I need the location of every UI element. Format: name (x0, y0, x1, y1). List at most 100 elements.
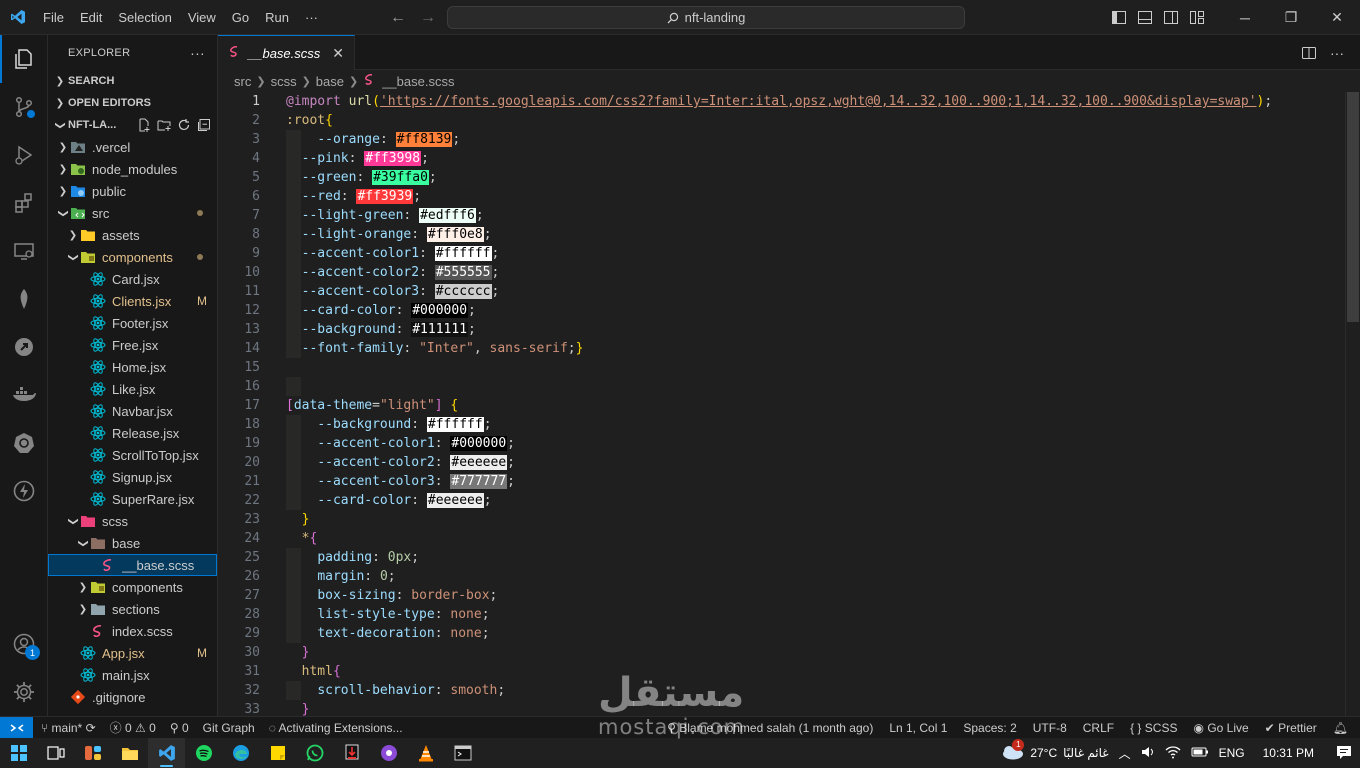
tree-file[interactable]: App.jsx M (48, 642, 217, 664)
close-window-icon[interactable]: ✕ (1314, 0, 1360, 35)
new-file-icon[interactable] (137, 118, 151, 132)
toggle-secondary-sidebar-icon[interactable] (1158, 0, 1184, 35)
menu-item[interactable]: File (35, 0, 72, 35)
breadcrumb-item[interactable]: src (234, 74, 251, 89)
tree-folder[interactable]: ❯ src (48, 202, 217, 224)
input-language[interactable]: ENG (1219, 746, 1245, 760)
scrollbar-thumb[interactable] (1347, 92, 1359, 322)
terminal-icon[interactable] (444, 738, 481, 768)
restore-icon[interactable]: ❐ (1268, 0, 1314, 35)
tree-folder[interactable]: ❯ scss (48, 510, 217, 532)
command-center-search[interactable]: nft-landing (447, 6, 965, 29)
toggle-primary-sidebar-icon[interactable] (1106, 0, 1132, 35)
tree-file[interactable]: .gitignore (48, 686, 217, 708)
source-control-icon[interactable] (0, 83, 48, 131)
widgets-icon[interactable] (74, 738, 111, 768)
file-explorer-icon[interactable] (111, 738, 148, 768)
tree-file[interactable]: Like.jsx (48, 378, 217, 400)
breadcrumb-item[interactable]: __base.scss (382, 74, 454, 89)
remote-explorer-icon[interactable] (0, 227, 48, 275)
go-live-button[interactable]: ◉ Go Live (1193, 721, 1248, 735)
spotify-icon[interactable] (185, 738, 222, 768)
vscode-taskbar-icon[interactable] (148, 738, 185, 768)
tree-file[interactable]: index.scss (48, 620, 217, 642)
problems-status[interactable]: ⓧ 0 ⚠ 0 (110, 719, 156, 736)
run-debug-icon[interactable] (0, 131, 48, 179)
code-editor[interactable]: 1 @import url('https://fonts.googleapis.c… (218, 92, 1360, 716)
windows-start-icon[interactable] (0, 738, 37, 768)
kubernetes-icon[interactable] (0, 419, 48, 467)
git-graph-icon[interactable] (0, 323, 48, 371)
open-editors-section[interactable]: ❯ OPEN EDITORS (48, 92, 217, 114)
vertical-scrollbar[interactable] (1346, 92, 1360, 716)
tree-folder[interactable]: ❯ components (48, 576, 217, 598)
tree-folder[interactable]: ❯ base (48, 532, 217, 554)
tree-file[interactable]: Release.jsx (48, 422, 217, 444)
tree-folder[interactable]: ❯ sections (48, 598, 217, 620)
mongodb-icon[interactable] (0, 275, 48, 323)
menu-item[interactable]: ··· (297, 0, 326, 35)
refresh-icon[interactable] (177, 118, 191, 132)
tree-file[interactable]: Footer.jsx (48, 312, 217, 334)
new-folder-icon[interactable] (157, 118, 171, 132)
battery-icon[interactable] (1191, 746, 1209, 761)
collapse-all-icon[interactable] (197, 118, 211, 132)
forward-arrow-icon[interactable]: → (420, 9, 436, 27)
vlc-icon[interactable] (407, 738, 444, 768)
weather-widget[interactable]: 1 27°C غائم غالبًا (1000, 738, 1109, 763)
close-tab-icon[interactable]: ✕ (332, 45, 344, 62)
project-section[interactable]: ❯ NFT-LA... (48, 114, 217, 136)
tree-file[interactable]: Free.jsx (48, 334, 217, 356)
git-graph-status[interactable]: Git Graph (203, 721, 255, 735)
breadcrumb-item[interactable]: base (316, 74, 344, 89)
explorer-more-icon[interactable]: ··· (190, 45, 205, 61)
split-editor-icon[interactable] (1302, 46, 1316, 60)
task-view-icon[interactable] (37, 738, 74, 768)
volume-icon[interactable] (1141, 745, 1155, 762)
tree-folder[interactable]: ❯ assets (48, 224, 217, 246)
notification-center-icon[interactable] (1336, 745, 1352, 762)
search-section[interactable]: ❯ SEARCH (48, 70, 217, 92)
customize-layout-icon[interactable] (1184, 0, 1210, 35)
branch-status[interactable]: ⑂ main* ⟳ (41, 721, 96, 735)
editor-more-icon[interactable]: ··· (1330, 45, 1344, 61)
sync-icon[interactable]: ⟳ (86, 721, 96, 735)
accounts-icon[interactable]: 1 (0, 620, 48, 668)
tree-file[interactable]: Card.jsx (48, 268, 217, 290)
tree-file[interactable]: __base.scss (48, 554, 217, 576)
thunder-client-icon[interactable] (0, 467, 48, 515)
tree-folder[interactable]: ❯ public (48, 180, 217, 202)
docker-icon[interactable] (0, 371, 48, 419)
ports-status[interactable]: ⚲ 0 (170, 721, 189, 735)
sticky-notes-icon[interactable] (259, 738, 296, 768)
settings-gear-icon[interactable] (0, 668, 48, 716)
menu-item[interactable]: View (180, 0, 224, 35)
end-of-line[interactable]: CRLF (1083, 721, 1114, 735)
edge-icon[interactable] (222, 738, 259, 768)
language-mode[interactable]: { } SCSS (1130, 721, 1177, 735)
podcast-icon[interactable] (370, 738, 407, 768)
minimize-icon[interactable]: ─ (1222, 0, 1268, 35)
menu-item[interactable]: Selection (110, 0, 179, 35)
tree-file[interactable]: ScrollToTop.jsx (48, 444, 217, 466)
downloader-icon[interactable] (333, 738, 370, 768)
tree-file[interactable]: main.jsx (48, 664, 217, 686)
tree-folder[interactable]: ❯ node_modules (48, 158, 217, 180)
menu-item[interactable]: Run (257, 0, 297, 35)
encoding[interactable]: UTF-8 (1033, 721, 1067, 735)
indentation[interactable]: Spaces: 2 (963, 721, 1016, 735)
explorer-icon[interactable] (0, 35, 48, 83)
tree-folder[interactable]: ❯ .vercel (48, 136, 217, 158)
back-arrow-icon[interactable]: ← (390, 9, 406, 27)
show-hidden-icons-chevron-icon[interactable]: ︿ (1119, 745, 1131, 762)
prettier-status[interactable]: ✔ Prettier (1265, 721, 1317, 735)
breadcrumb-item[interactable]: scss (271, 74, 297, 89)
tree-file[interactable]: SuperRare.jsx (48, 488, 217, 510)
toggle-panel-icon[interactable] (1132, 0, 1158, 35)
menu-item[interactable]: Go (224, 0, 257, 35)
cursor-position[interactable]: Ln 1, Col 1 (889, 721, 947, 735)
tab-base-scss[interactable]: __base.scss ✕ (218, 35, 355, 70)
whatsapp-icon[interactable] (296, 738, 333, 768)
tree-file[interactable]: Clients.jsx M (48, 290, 217, 312)
tree-folder[interactable]: ❯ components (48, 246, 217, 268)
